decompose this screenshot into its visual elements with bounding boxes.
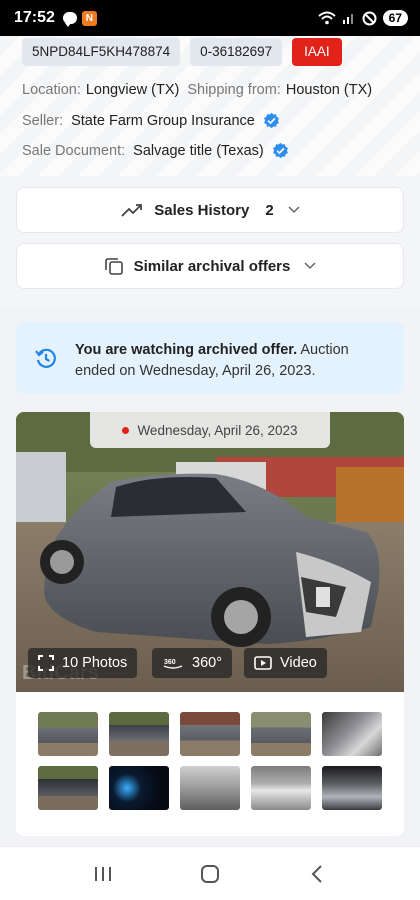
archived-notice-title: You are watching archived offer. xyxy=(75,342,298,358)
location-value: Longview (TX) xyxy=(85,82,180,98)
chevron-down-icon xyxy=(304,262,316,270)
live-dot xyxy=(122,426,130,434)
sales-history-label: Sales History xyxy=(154,201,250,219)
thumbnail[interactable] xyxy=(38,766,98,810)
thumbnail[interactable] xyxy=(38,712,98,756)
thumbnail[interactable] xyxy=(180,712,240,756)
recents-button[interactable] xyxy=(83,854,123,894)
chat-icon xyxy=(62,12,77,27)
sales-history-count: 2 xyxy=(265,201,274,219)
signal-icon xyxy=(342,14,353,24)
auction-tag[interactable]: IAAI xyxy=(292,38,342,66)
similar-offers-label: Similar archival offers xyxy=(133,257,291,275)
verified-icon xyxy=(272,142,288,159)
battery-indicator: 67 xyxy=(382,10,408,26)
fullscreen-icon xyxy=(38,655,54,671)
status-time: 17:52 xyxy=(14,9,55,26)
thumbnail[interactable] xyxy=(109,712,169,756)
back-button[interactable] xyxy=(297,854,337,894)
thumbnail-grid xyxy=(38,712,382,810)
thumbnail[interactable] xyxy=(109,766,169,810)
thumbnail[interactable] xyxy=(251,766,311,810)
thumbnail[interactable] xyxy=(180,766,240,810)
document-row: Sale Document: Salvage title (Texas) xyxy=(22,142,289,159)
thumbnail[interactable] xyxy=(251,712,311,756)
history-section: Sales History 2 Similar archival offers xyxy=(0,176,420,306)
archived-notice: You are watching archived offer. Auction… xyxy=(16,322,404,394)
sale-date: Wednesday, April 26, 2023 xyxy=(137,422,298,438)
home-button[interactable] xyxy=(190,854,230,894)
back-icon xyxy=(311,864,322,883)
view-360-button[interactable]: 360 360° xyxy=(152,648,232,678)
system-nav-bar xyxy=(0,846,420,900)
seller-row: Seller: State Farm Group Insurance xyxy=(22,112,280,129)
offer-section: You are watching archived offer. Auction… xyxy=(0,306,420,846)
sales-history-dropdown[interactable]: Sales History 2 xyxy=(16,187,404,233)
video-label: Video xyxy=(280,655,317,671)
location-label: Location: xyxy=(22,82,81,98)
copy-icon xyxy=(104,258,123,275)
home-icon xyxy=(200,864,219,883)
archived-notice-text: You are watching archived offer. Auction… xyxy=(75,340,385,382)
recents-icon xyxy=(95,866,112,881)
document-value: Salvage title (Texas) xyxy=(133,142,264,159)
play-icon xyxy=(254,656,272,670)
similar-offers-dropdown[interactable]: Similar archival offers xyxy=(16,243,404,289)
dnd-icon xyxy=(362,11,377,25)
document-label: Sale Document: xyxy=(22,142,126,159)
location-row: Location: Longview (TX) Shipping from: H… xyxy=(22,82,380,98)
thumbnail[interactable] xyxy=(322,766,382,810)
thumbnail[interactable] xyxy=(322,712,382,756)
video-button[interactable]: Video xyxy=(244,648,327,678)
listing-info: 5NPD84LF5KH478874 0-36182697 IAAI Locati… xyxy=(0,36,420,176)
app-notification-icon: N xyxy=(81,10,97,26)
seller-label: Seller: xyxy=(22,112,64,129)
trend-icon xyxy=(121,204,143,217)
shipping-label: Shipping from: xyxy=(187,82,281,98)
chevron-down-icon xyxy=(288,206,300,214)
sale-date-pill: Wednesday, April 26, 2023 xyxy=(90,412,330,448)
shipping-value: Houston (TX) xyxy=(285,82,373,98)
photo-gallery: Wednesday, April 26, 2023 BidCars 10 Pho… xyxy=(16,412,404,836)
view-360-label: 360° xyxy=(192,655,222,671)
history-icon xyxy=(35,348,56,368)
wifi-icon xyxy=(317,11,336,25)
photos-button[interactable]: 10 Photos xyxy=(28,648,138,678)
lot-number-tag[interactable]: 0-36182697 xyxy=(190,38,283,66)
photos-label: 10 Photos xyxy=(62,655,128,671)
seller-value: State Farm Group Insurance xyxy=(71,112,255,129)
svg-text:360: 360 xyxy=(164,659,176,666)
vin-tag[interactable]: 5NPD84LF5KH478874 xyxy=(22,38,181,66)
verified-icon xyxy=(263,112,279,129)
360-icon: 360 xyxy=(163,659,183,669)
status-bar: 17:52 N 67 xyxy=(0,0,420,36)
main-vehicle-photo[interactable]: Wednesday, April 26, 2023 BidCars 10 Pho… xyxy=(16,412,404,692)
